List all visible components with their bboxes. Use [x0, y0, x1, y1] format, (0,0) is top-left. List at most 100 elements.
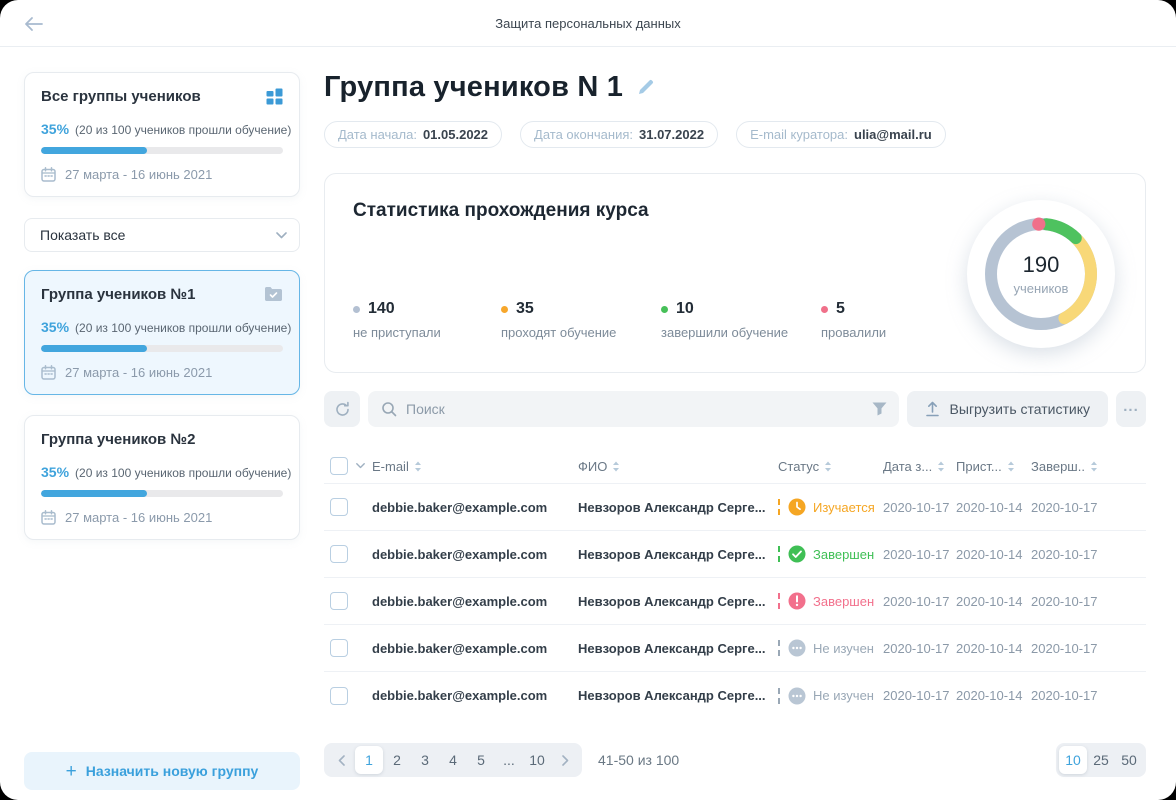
chip-value: 31.07.2022 — [639, 127, 704, 142]
group-meta-chips: Дата начала: 01.05.2022 Дата окончания: … — [324, 121, 1146, 148]
filter-select-value: Показать все — [40, 227, 125, 243]
period-label: 27 марта - 16 июнь 2021 — [65, 167, 212, 182]
name-cell: Невзоров Александр Серге... — [578, 500, 778, 515]
chevron-left-icon — [338, 755, 345, 766]
assign-group-button[interactable]: + Назначить новую группу — [24, 752, 300, 790]
status-dash — [778, 688, 780, 704]
column-header-date3[interactable]: Заверш.. — [1031, 459, 1146, 474]
date-finished-cell: 2020-10-17 — [1031, 500, 1146, 515]
column-header-status[interactable]: Статус — [778, 459, 883, 474]
topbar: Защита персональных данных — [0, 0, 1176, 47]
date-started-cell: 2020-10-14 — [956, 500, 1031, 515]
legend-label: не приступали — [353, 325, 501, 340]
date-finished-cell: 2020-10-17 — [1031, 594, 1146, 609]
chevron-down-icon — [356, 463, 365, 469]
page-size-50[interactable]: 50 — [1115, 746, 1143, 774]
export-stats-label: Выгрузить статистику — [950, 401, 1090, 417]
check-circle-icon — [788, 545, 806, 563]
email-cell: debbie.baker@example.com — [372, 547, 578, 562]
donut-center: 190 учеников — [967, 200, 1115, 348]
legend-item: 10 завершили обучение — [661, 300, 821, 340]
status-dash — [778, 593, 780, 609]
group-card-1[interactable]: Группа учеников №1 35% (20 из 100 ученик… — [24, 270, 300, 395]
page-button-10[interactable]: 10 — [523, 746, 551, 774]
email-cell: debbie.baker@example.com — [372, 641, 578, 656]
select-all-checkbox[interactable] — [330, 457, 348, 475]
back-button[interactable] — [20, 10, 48, 38]
progress-percent: 35% — [41, 121, 69, 137]
date-started-cell: 2020-10-14 — [956, 594, 1031, 609]
row-checkbox[interactable] — [330, 639, 348, 657]
page-size-selector: 10 25 50 — [1056, 743, 1146, 777]
search-box — [368, 391, 899, 427]
more-actions-button[interactable]: ... — [1116, 391, 1146, 427]
page-button-5[interactable]: 5 — [467, 746, 495, 774]
exclamation-circle-icon — [788, 592, 806, 610]
students-table: E-mail ФИО Статус Дата з... Прист... Зав… — [324, 449, 1146, 719]
progress-bar — [41, 147, 283, 154]
ellipsis-icon: ... — [1123, 398, 1139, 415]
status-dash — [778, 546, 780, 562]
name-cell: Невзоров Александр Серге... — [578, 594, 778, 609]
table-row: debbie.baker@example.com Невзоров Алекса… — [324, 625, 1146, 672]
date-finished-cell: 2020-10-17 — [1031, 688, 1146, 703]
refresh-icon — [334, 401, 351, 418]
name-cell: Невзоров Александр Серге... — [578, 641, 778, 656]
column-header-email[interactable]: E-mail — [372, 459, 578, 474]
donut-total: 190 — [1023, 252, 1060, 278]
status-dash — [778, 499, 780, 515]
row-checkbox[interactable] — [330, 498, 348, 516]
progress-caption: (20 из 100 учеников прошли обучение) — [75, 123, 291, 137]
page-size-10[interactable]: 10 — [1059, 746, 1087, 774]
row-checkbox[interactable] — [330, 687, 348, 705]
chip-value: 01.05.2022 — [423, 127, 488, 142]
filter-select[interactable]: Показать все — [24, 218, 300, 252]
select-all-caret[interactable] — [348, 463, 372, 469]
group-title: Группа учеников №1 — [41, 286, 195, 303]
date-assigned-cell: 2020-10-17 — [883, 594, 956, 609]
progress-bar — [41, 490, 283, 497]
column-header-fio[interactable]: ФИО — [578, 459, 778, 474]
group-card-2[interactable]: Группа учеников №2 35% (20 из 100 ученик… — [24, 415, 300, 540]
folder-check-icon — [264, 286, 283, 301]
progress-percent: 35% — [41, 319, 69, 335]
page-size-25[interactable]: 25 — [1087, 746, 1115, 774]
edit-pencil-icon[interactable] — [637, 79, 654, 96]
table-row: debbie.baker@example.com Невзоров Алекса… — [324, 531, 1146, 578]
page-button-1[interactable]: 1 — [355, 746, 383, 774]
legend-value: 35 — [516, 300, 534, 318]
chevron-right-icon — [562, 755, 569, 766]
calendar-icon — [41, 365, 56, 380]
chip-curator-email: E-mail куратора: ulia@mail.ru — [736, 121, 946, 148]
next-page-button[interactable] — [551, 746, 579, 774]
status-cell: Не изучен — [778, 639, 883, 657]
legend-dot — [353, 306, 360, 313]
legend-value: 10 — [676, 300, 694, 318]
column-header-date1[interactable]: Дата з... — [883, 459, 956, 474]
column-header-date2[interactable]: Прист... — [956, 459, 1031, 474]
page-selector: 1 2 3 4 5 ... 10 — [324, 743, 582, 777]
sort-arrows-icon — [1007, 461, 1015, 472]
refresh-button[interactable] — [324, 391, 360, 427]
ellipsis-circle-icon — [788, 639, 806, 657]
page-button-3[interactable]: 3 — [411, 746, 439, 774]
chip-start-date: Дата начала: 01.05.2022 — [324, 121, 502, 148]
page-button-4[interactable]: 4 — [439, 746, 467, 774]
upload-icon — [925, 401, 940, 417]
filter-funnel-icon[interactable] — [872, 402, 887, 416]
export-stats-button[interactable]: Выгрузить статистику — [907, 391, 1108, 427]
sort-arrows-icon — [612, 461, 620, 472]
search-input[interactable] — [406, 401, 863, 417]
page-button-2[interactable]: 2 — [383, 746, 411, 774]
stats-legend: 140 не приступали 35 проходят обучение 1… — [353, 300, 969, 340]
plus-icon: + — [66, 762, 77, 781]
status-cell: Не изучен — [778, 687, 883, 705]
prev-page-button[interactable] — [327, 746, 355, 774]
email-cell: debbie.baker@example.com — [372, 500, 578, 515]
row-checkbox[interactable] — [330, 545, 348, 563]
legend-item: 35 проходят обучение — [501, 300, 661, 340]
legend-item: 140 не приступали — [353, 300, 501, 340]
row-checkbox[interactable] — [330, 592, 348, 610]
all-groups-card[interactable]: Все группы учеников 35% (20 из 100 учени… — [24, 72, 300, 197]
progress-bar-fill — [41, 345, 147, 352]
